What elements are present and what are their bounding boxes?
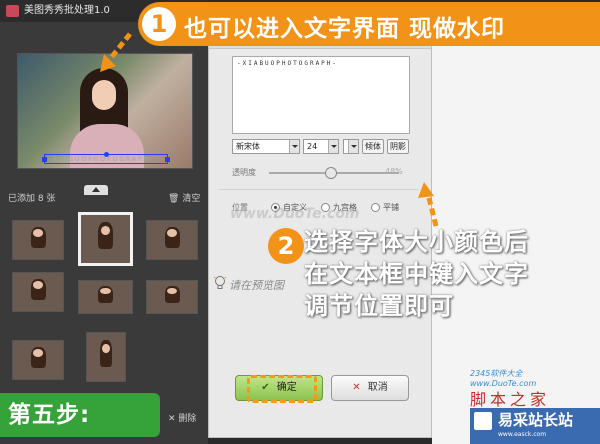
position-radio-tile[interactable] <box>371 203 380 212</box>
opacity-slider-knob[interactable] <box>325 167 338 179</box>
thumbnail[interactable] <box>12 340 64 380</box>
thumbnail-selected[interactable] <box>78 212 133 266</box>
site-watermark-easck-name: 易采站长站 <box>498 411 574 429</box>
arrow-down-left-icon <box>100 32 132 72</box>
arrow-up-icon <box>418 182 439 227</box>
tutorial-callout-2-line-3: 调节位置即可 <box>304 292 454 320</box>
delete-button-label: 删除 <box>178 414 197 424</box>
site-watermark-2345-name: 2345软件大全 <box>470 369 523 378</box>
site-watermark-easck: 易采站长站 www.easck.com <box>470 408 600 444</box>
step-five-label: 第五步: <box>0 393 160 437</box>
tutorial-callout-1-text: 也可以进入文字界面 现做水印 <box>184 16 506 42</box>
tutorial-callout-2-line-1: 选择字体大小颜色后 <box>304 228 529 256</box>
tutorial-callout-2: 选择字体大小颜色后 在文本框中键入文字 调节位置即可 <box>304 226 529 322</box>
chevron-down-icon[interactable] <box>328 140 338 153</box>
app-title: 美图秀秀批处理1.0 <box>24 5 110 16</box>
chevron-down-icon[interactable] <box>289 140 299 153</box>
watermark-selection-box[interactable]: -XIABUOPHOTOGRAPH- <box>42 152 170 164</box>
shadow-button[interactable]: 阴影 <box>387 139 409 154</box>
site-watermark-jb51: 脚本之家 <box>470 390 551 409</box>
font-size-value: 24 <box>307 142 318 151</box>
watermark-text-input[interactable]: -XIABUOPHOTOGRAPH- <box>232 56 410 134</box>
site-watermark: www.DuoTe.com <box>230 206 360 222</box>
delete-button[interactable]: ✕ 删除 <box>168 411 196 424</box>
app-logo-icon <box>6 5 19 17</box>
thumbnail[interactable] <box>146 220 198 260</box>
preview-figure-face <box>92 80 116 110</box>
font-family-select[interactable]: 新宋体 <box>232 139 300 154</box>
thumbnail[interactable] <box>146 280 198 314</box>
rotate-handle[interactable] <box>104 152 109 157</box>
thumbnail[interactable] <box>86 332 126 382</box>
opacity-value: 48% <box>385 167 403 176</box>
tutorial-callout-2-line-2: 在文本框中键入文字 <box>304 260 529 288</box>
font-family-value: 新宋体 <box>236 142 260 151</box>
italic-button[interactable]: 倾体 <box>362 139 384 154</box>
step-badge-2: 2 <box>268 228 304 264</box>
thumbnail[interactable] <box>78 280 133 314</box>
confirm-button-highlight <box>247 375 317 403</box>
font-size-select[interactable]: 24 <box>303 139 339 154</box>
step-badge-1: 1 <box>142 7 176 41</box>
tutorial-callout-1: 1 也可以进入文字界面 现做水印 <box>138 2 600 46</box>
resize-handle-right[interactable] <box>165 157 170 162</box>
chevron-down-icon[interactable] <box>348 140 358 153</box>
delete-icon: ✕ <box>168 414 176 424</box>
trash-icon: 🗑 <box>168 194 180 204</box>
clear-button-label: 清空 <box>182 194 201 204</box>
hint-text: 请在预览图 <box>229 279 284 292</box>
site-logo-icon <box>474 412 492 430</box>
resize-handle-left[interactable] <box>42 157 47 162</box>
added-count-label: 已添加 8 张 <box>8 194 56 204</box>
close-icon: ✕ <box>352 382 361 393</box>
cancel-button[interactable]: ✕ 取消 <box>331 375 409 401</box>
clear-button[interactable]: 🗑 清空 <box>168 191 200 204</box>
thumbnail[interactable] <box>12 272 64 312</box>
site-watermark-2345: 2345软件大全 www.DuoTe.com <box>470 368 536 388</box>
divider <box>219 189 419 190</box>
position-radio-tile-label[interactable]: 平铺 <box>383 202 399 213</box>
opacity-label: 透明度 <box>232 168 256 177</box>
preview-watermark-text: -XIABUOPHOTOGRAPH- <box>49 156 155 163</box>
lightbulb-icon <box>213 276 227 289</box>
collapse-toggle-icon[interactable] <box>84 185 108 195</box>
cancel-button-label: 取消 <box>367 382 388 393</box>
font-color-select[interactable] <box>343 139 359 154</box>
thumbnail[interactable] <box>12 220 64 260</box>
site-watermark-easck-url: www.easck.com <box>498 431 547 438</box>
